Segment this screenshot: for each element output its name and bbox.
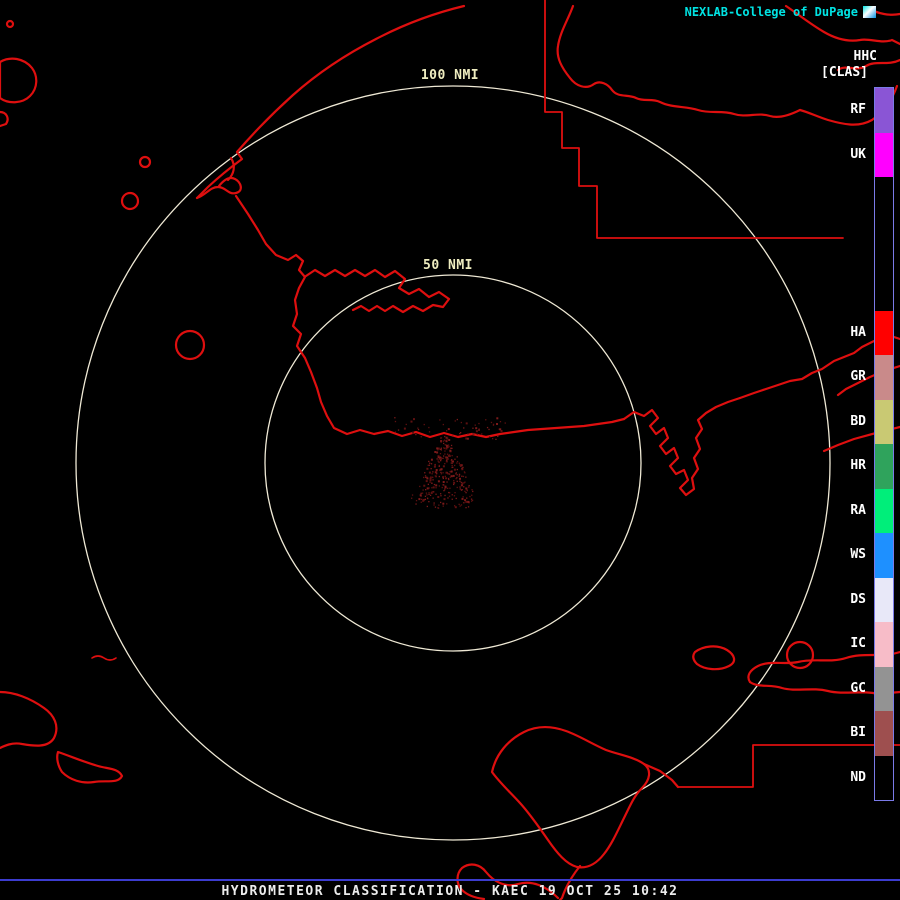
classification-label: [CLAS] <box>821 65 868 80</box>
coastline-central <box>234 194 626 439</box>
legend-cell-GR <box>875 355 893 400</box>
legend-label-ND: ND <box>850 769 866 785</box>
legend-label-RA: RA <box>850 502 866 518</box>
coastline-south-island <box>490 725 651 869</box>
legend-cell-blank-2 <box>875 177 893 222</box>
legend-cell-WS <box>875 533 893 578</box>
legend-label-UK: UK <box>850 146 866 162</box>
legend-cell-ND <box>875 755 893 800</box>
border-stepped-bottom-right <box>677 744 900 788</box>
footer-divider <box>0 879 900 881</box>
legend-cell-HA <box>875 310 893 355</box>
island-southeast-blob <box>692 645 736 671</box>
coastline-northwest-arc <box>195 4 466 200</box>
legend-cell-BD <box>875 399 893 444</box>
legend-label-blank-4 <box>822 266 866 311</box>
product-code-label: HHC <box>853 49 877 64</box>
legend-label-HR: HR <box>850 458 866 473</box>
legend-cell-RF <box>875 88 893 133</box>
legend-label-DS: DS <box>850 591 866 607</box>
island-topleft-notch <box>0 110 9 128</box>
coastline-east-peninsula <box>622 396 742 497</box>
border-stepped-top <box>544 0 844 239</box>
legend-cell-UK <box>875 132 893 177</box>
islet-topleft <box>5 19 15 29</box>
coastline-topright-1 <box>556 4 802 118</box>
islet-west <box>120 191 140 211</box>
legend-cell-GC <box>875 666 893 711</box>
coastline-bottomleft-2 <box>56 750 124 784</box>
island-topleft <box>0 57 38 104</box>
coastline-bottomleft-1 <box>0 690 58 750</box>
product-title: HYDROMETEOR CLASSIFICATION - KAEC 19 OCT… <box>221 884 679 899</box>
legend-label-BD: BD <box>850 413 866 429</box>
legend-cell-blank-4 <box>875 266 893 311</box>
radar-screen: 100 NMI 50 NMI NEXLAB-College of DuPage … <box>0 0 900 900</box>
range-ring-label-50: 50 NMI <box>420 258 476 273</box>
legend-cell-BI <box>875 711 893 756</box>
radar-map <box>0 0 900 900</box>
legend-label-HA: HA <box>850 324 866 340</box>
island-southeast-round <box>785 640 815 670</box>
range-ring-label-100: 100 NMI <box>417 68 483 83</box>
cod-logo-icon <box>863 6 876 18</box>
header: NEXLAB-College of DuPage <box>685 5 876 19</box>
legend-label-GR: GR <box>850 369 866 384</box>
legend-label-RF: RF <box>850 102 866 117</box>
islet-west-small <box>138 155 152 169</box>
legend-cell-DS <box>875 577 893 622</box>
legend-label-blank-3 <box>822 222 866 267</box>
legend-label-GC: GC <box>850 680 866 696</box>
legend-color-bar <box>874 87 894 801</box>
legend-cell-RA <box>875 488 893 533</box>
squiggle-west <box>91 655 117 661</box>
island-west-round <box>174 329 206 361</box>
legend-cell-HR <box>875 444 893 489</box>
legend-cell-IC <box>875 622 893 667</box>
legend-label-BI: BI <box>850 725 866 740</box>
legend-label-IC: IC <box>850 636 866 651</box>
legend-label-blank-2 <box>822 177 866 222</box>
legend-label-WS: WS <box>850 547 866 562</box>
legend-cell-blank-3 <box>875 221 893 266</box>
legend-labels: RF UK HA GR BD HR RA WS DS IC GC BI ND <box>822 88 866 800</box>
source-label: NEXLAB-College of DuPage <box>684 5 858 19</box>
radar-echo <box>394 417 506 509</box>
